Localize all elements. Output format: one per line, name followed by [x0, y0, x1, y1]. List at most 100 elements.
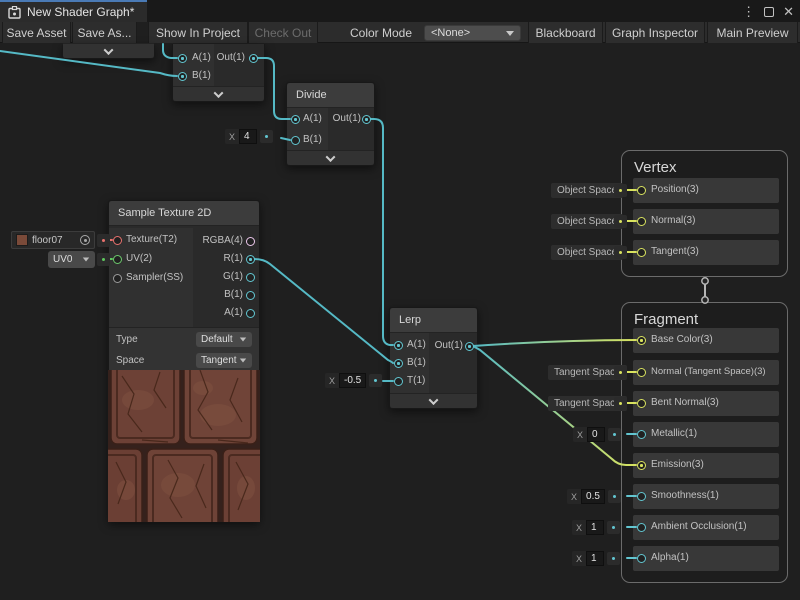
- texture-thumbnail: [16, 234, 28, 246]
- close-icon[interactable]: ✕: [783, 5, 794, 19]
- space-binding-label[interactable]: Object Space: [551, 245, 623, 260]
- save-as-button[interactable]: Save As...: [72, 22, 137, 43]
- block-port[interactable]: [637, 186, 646, 195]
- window-menu-icon[interactable]: ⋮: [742, 5, 755, 19]
- port-connector: [608, 428, 621, 441]
- metallic-default-field[interactable]: X 0: [573, 427, 621, 442]
- input-port[interactable]: [291, 136, 300, 145]
- graph-inspector-button[interactable]: Graph Inspector: [605, 22, 705, 43]
- input-port[interactable]: [178, 54, 187, 63]
- port-label: A(1): [303, 112, 322, 126]
- port-connector: [97, 253, 110, 266]
- block-port-label: Normal (Tangent Space)(3): [651, 365, 766, 379]
- input-port[interactable]: [178, 72, 187, 81]
- x-value[interactable]: -0.5: [339, 373, 366, 388]
- input-port[interactable]: [394, 359, 403, 368]
- collapse-strip[interactable]: [287, 150, 374, 165]
- blackboard-button[interactable]: Blackboard: [528, 22, 603, 43]
- maximize-icon[interactable]: [764, 7, 774, 17]
- block-port[interactable]: [637, 368, 646, 377]
- type-label: Type: [116, 333, 138, 347]
- toolbar: Save Asset Save As... Show In Project Ch…: [0, 22, 800, 43]
- dropdown-arrow-icon: [83, 258, 89, 262]
- block-port[interactable]: [637, 430, 646, 439]
- block-port-label: Metallic(1): [651, 427, 697, 441]
- check-out-button: Check Out: [248, 22, 318, 43]
- collapse-strip[interactable]: [173, 86, 264, 101]
- node-title[interactable]: Lerp: [390, 308, 477, 333]
- x-value[interactable]: 0: [587, 427, 605, 442]
- x-value[interactable]: 0.5: [581, 489, 605, 504]
- port-label: Out(1): [430, 339, 463, 353]
- block-port[interactable]: [637, 461, 646, 470]
- block-port-label: Position(3): [651, 183, 699, 197]
- output-port[interactable]: [246, 291, 255, 300]
- ambient-occlusion-default-field[interactable]: X 1: [572, 520, 620, 535]
- block-port[interactable]: [637, 336, 646, 345]
- port-connector: [369, 374, 382, 387]
- port-connector: [614, 184, 627, 197]
- port-label: UV(2): [126, 252, 152, 266]
- block-port[interactable]: [637, 554, 646, 563]
- x-value[interactable]: 1: [586, 551, 604, 566]
- output-port[interactable]: [246, 255, 255, 264]
- output-port[interactable]: [249, 54, 258, 63]
- x-value[interactable]: 4: [239, 129, 257, 144]
- output-port[interactable]: [246, 237, 255, 246]
- block-port[interactable]: [637, 399, 646, 408]
- shader-graph-icon: [8, 6, 21, 19]
- input-port[interactable]: [113, 236, 122, 245]
- smoothness-default-field[interactable]: X 0.5: [567, 489, 621, 504]
- collapse-strip[interactable]: [63, 43, 154, 58]
- color-mode-dropdown[interactable]: <None>: [424, 25, 521, 41]
- object-picker-icon[interactable]: [80, 235, 90, 245]
- node-title[interactable]: Sample Texture 2D: [109, 201, 259, 226]
- x-label: X: [225, 129, 239, 144]
- show-in-project-button[interactable]: Show In Project: [148, 22, 248, 43]
- lerp-node[interactable]: Lerp: [389, 307, 478, 409]
- input-port[interactable]: [291, 115, 300, 124]
- type-dropdown[interactable]: Default: [196, 332, 252, 347]
- x-label: X: [572, 551, 586, 566]
- port-label: B(1): [303, 133, 322, 147]
- port-connector: [97, 234, 110, 247]
- block-port[interactable]: [637, 217, 646, 226]
- input-port[interactable]: [113, 274, 122, 283]
- port-connector: [607, 521, 620, 534]
- output-port[interactable]: [246, 309, 255, 318]
- block-port[interactable]: [637, 523, 646, 532]
- space-binding-label[interactable]: Object Space: [551, 214, 623, 229]
- texture-object-field[interactable]: floor07: [11, 231, 95, 249]
- node-title[interactable]: Divide: [287, 83, 374, 108]
- main-preview-button[interactable]: Main Preview: [707, 22, 798, 43]
- alpha-default-field[interactable]: X 1: [572, 551, 620, 566]
- block-port[interactable]: [637, 492, 646, 501]
- x-label: X: [572, 520, 586, 535]
- lerp-t-default-field[interactable]: X -0.5: [325, 373, 382, 388]
- block-port[interactable]: [637, 248, 646, 257]
- uv-channel-dropdown[interactable]: UV0: [48, 251, 95, 268]
- port-connector: [614, 366, 627, 379]
- divide-b-default-field[interactable]: X 4: [225, 129, 273, 144]
- input-port[interactable]: [394, 377, 403, 386]
- color-mode-value: <None>: [431, 27, 470, 39]
- space-binding-label[interactable]: Object Space: [551, 183, 623, 198]
- port-connector: [614, 397, 627, 410]
- dropdown-arrow-icon: [506, 31, 514, 36]
- input-port[interactable]: [394, 341, 403, 350]
- port-connector: [260, 130, 273, 143]
- x-value[interactable]: 1: [586, 520, 604, 535]
- collapse-strip[interactable]: [390, 393, 477, 408]
- vertex-context-block[interactable]: Vertex: [621, 150, 788, 277]
- port-connector: [608, 490, 621, 503]
- output-port[interactable]: [362, 115, 371, 124]
- clipped-collapsed-node[interactable]: [62, 44, 155, 59]
- save-asset-button[interactable]: Save Asset: [2, 22, 71, 43]
- input-port[interactable]: [113, 255, 122, 264]
- tab-new-shader-graph[interactable]: New Shader Graph*: [0, 0, 147, 22]
- output-port[interactable]: [246, 273, 255, 282]
- output-port[interactable]: [465, 342, 474, 351]
- chevron-down-icon: [429, 395, 439, 405]
- x-label: X: [573, 427, 587, 442]
- space-dropdown[interactable]: Tangent: [196, 353, 252, 368]
